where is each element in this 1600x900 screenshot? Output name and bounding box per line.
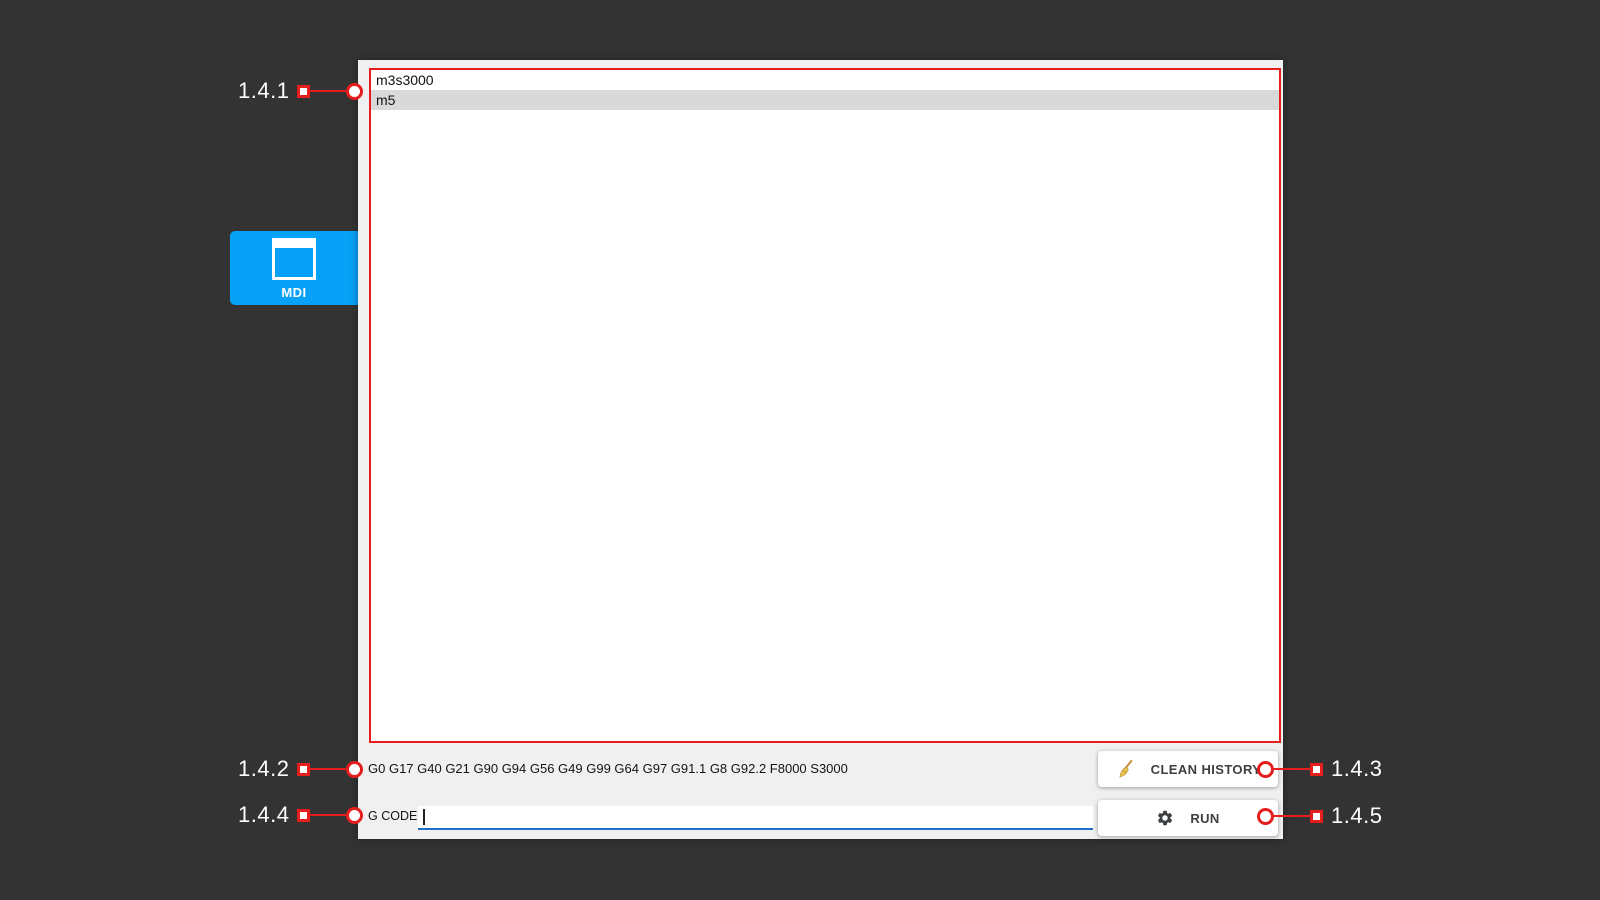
gcode-input-label: G CODE: xyxy=(368,805,421,827)
annotation-square-marker xyxy=(297,763,310,776)
annotation-1-4-2: 1.4.2 xyxy=(238,757,363,781)
annotation-square-marker xyxy=(297,809,310,822)
annotation-square-marker xyxy=(1310,763,1323,776)
mdi-panel: m3s3000 m5 G0 G17 G40 G21 G90 G94 G56 G4… xyxy=(358,60,1283,839)
annotation-square-marker xyxy=(297,85,310,98)
annotation-line xyxy=(310,768,346,770)
annotation-label: 1.4.4 xyxy=(238,803,289,827)
history-row[interactable]: m3s3000 xyxy=(371,70,1279,90)
text-caret xyxy=(423,809,425,825)
run-button[interactable]: RUN xyxy=(1098,800,1278,836)
mdi-history-list[interactable]: m3s3000 m5 xyxy=(369,68,1281,743)
clean-history-button[interactable]: CLEAN HISTORY xyxy=(1098,751,1278,787)
run-label: RUN xyxy=(1190,811,1219,826)
annotation-label: 1.4.2 xyxy=(238,757,289,781)
gcode-input[interactable] xyxy=(418,806,1093,828)
broom-icon xyxy=(1115,759,1135,779)
gear-icon xyxy=(1156,809,1174,827)
annotation-label: 1.4.1 xyxy=(238,79,289,103)
annotation-square-marker xyxy=(1310,810,1323,823)
tab-mdi-label: MDI xyxy=(281,285,306,300)
tab-mdi[interactable]: MDI xyxy=(230,231,358,305)
clean-history-label: CLEAN HISTORY xyxy=(1151,762,1262,777)
annotation-1-4-1: 1.4.1 xyxy=(238,79,363,103)
annotation-label: 1.4.3 xyxy=(1331,757,1382,781)
active-gcodes-status: G0 G17 G40 G21 G90 G94 G56 G49 G99 G64 G… xyxy=(368,758,848,780)
window-icon xyxy=(272,238,316,280)
annotation-label: 1.4.5 xyxy=(1331,804,1382,828)
gcode-input-field[interactable] xyxy=(418,806,1093,830)
annotation-line xyxy=(310,90,346,92)
window-icon-titlebar xyxy=(275,241,313,248)
desktop-background: { "window": { "background": "#333333" },… xyxy=(0,0,1600,900)
annotation-1-4-4: 1.4.4 xyxy=(238,803,363,827)
history-row-selected[interactable]: m5 xyxy=(371,90,1279,110)
annotation-line xyxy=(310,814,346,816)
